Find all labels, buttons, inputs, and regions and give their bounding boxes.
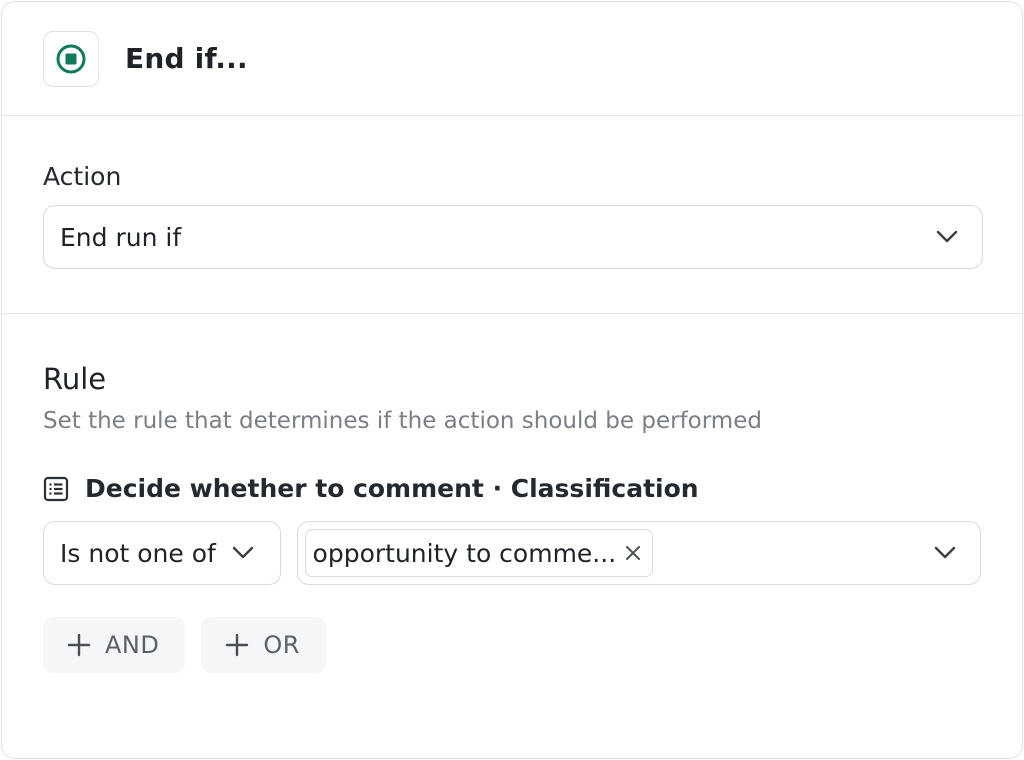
end-if-panel: End if... Action End run if Rule Set the… bbox=[1, 1, 1023, 759]
close-icon[interactable] bbox=[624, 544, 642, 562]
value-chip: opportunity to comme... bbox=[304, 529, 654, 577]
stop-circle-icon bbox=[55, 43, 87, 75]
add-or-button[interactable]: OR bbox=[201, 617, 326, 673]
action-select-value: End run if bbox=[60, 222, 182, 252]
value-chip-label: opportunity to comme... bbox=[312, 538, 617, 568]
operator-select[interactable]: Is not one of bbox=[43, 521, 281, 585]
add-and-label: AND bbox=[105, 631, 160, 659]
plus-icon bbox=[225, 633, 249, 657]
value-multiselect[interactable]: opportunity to comme... bbox=[296, 521, 981, 585]
rule-title: Rule bbox=[43, 362, 107, 396]
chevron-down-icon bbox=[936, 230, 958, 244]
rule-section: Rule Set the rule that determines if the… bbox=[2, 314, 1022, 673]
chevron-down-icon bbox=[934, 546, 956, 560]
rule-source: Decide whether to comment · Classificati… bbox=[43, 474, 981, 503]
add-or-label: OR bbox=[263, 631, 300, 659]
step-type-button[interactable] bbox=[43, 30, 99, 87]
panel-title: End if... bbox=[125, 42, 248, 75]
condition-row: Is not one of opportunity to comme... bbox=[43, 521, 981, 585]
rule-description: Set the rule that determines if the acti… bbox=[43, 408, 762, 434]
action-section: Action End run if bbox=[2, 116, 1022, 314]
add-and-button[interactable]: AND bbox=[43, 617, 186, 673]
chevron-down-icon bbox=[232, 546, 254, 560]
plus-icon bbox=[67, 633, 91, 657]
action-select[interactable]: End run if bbox=[43, 205, 983, 269]
rule-source-label: Decide whether to comment · Classificati… bbox=[85, 474, 699, 503]
operator-value: Is not one of bbox=[60, 538, 216, 568]
list-icon bbox=[43, 476, 69, 502]
panel-header: End if... bbox=[2, 2, 1022, 116]
action-label: Action bbox=[43, 162, 122, 191]
logic-buttons: AND OR bbox=[43, 617, 981, 673]
